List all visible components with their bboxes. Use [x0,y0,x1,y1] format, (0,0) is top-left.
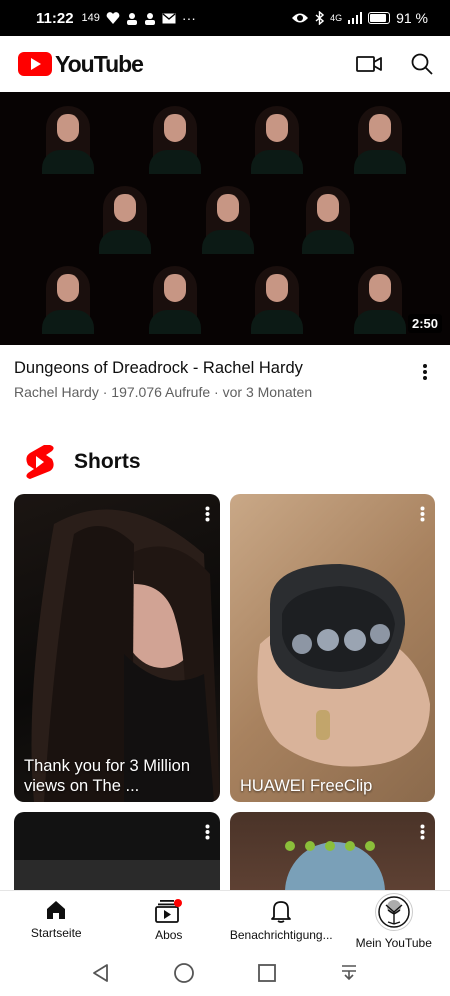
app-header: YouTube [0,36,450,92]
search-icon[interactable] [410,52,434,76]
shorts-section-header: Shorts [24,440,141,484]
thumbnail-figure [198,184,258,254]
more-vert-icon[interactable] [205,824,210,840]
youtube-play-icon [18,52,52,76]
recents-icon[interactable] [257,963,277,983]
nav-item-home[interactable]: Startseite [0,891,113,950]
signal-icon [348,12,363,24]
video-thumbnail[interactable]: 2:50 [0,92,450,345]
meta-separator: · [102,384,108,400]
youtube-logo[interactable]: YouTube [18,50,144,78]
video-views: 197.076 Aufrufe [111,384,211,400]
nav-label-my-youtube: Mein YouTube [355,936,432,950]
short-thumbnail-earbuds [257,564,430,767]
short-label: Thank you for 3 Million views on The ... [24,757,190,795]
eye-icon [292,13,309,23]
network-type: 4G [330,13,343,23]
status-bar: 11:22 149 ··· 4G 91 % [0,0,450,36]
status-small-text: 149 [81,12,100,24]
bottom-navigation: Startseite Abos Benachrichtigung... Mein… [0,890,450,950]
thumbnail-figure [247,104,307,174]
short-card[interactable]: Thank you for 3 Million views on The ... [14,494,220,802]
video-duration-badge: 2:50 [407,314,442,333]
nav-item-notifications[interactable]: Benachrichtigung... [225,891,338,950]
thumbnail-figure [350,264,410,334]
status-notification-icons: 149 ··· [82,10,196,26]
avatar [374,893,413,931]
thumbnail-figure [247,264,307,334]
nav-item-subscriptions[interactable]: Abos [113,891,226,950]
more-vert-icon[interactable] [420,824,425,840]
bell-icon [271,901,292,923]
shorts-icon [26,445,54,479]
back-icon[interactable] [91,963,111,983]
more-vert-icon[interactable] [420,506,425,522]
more-notifications-icon: ··· [181,10,196,26]
system-navigation-bar [0,950,450,996]
heart-broken-icon [106,12,120,24]
home-icon [47,901,66,919]
video-channel[interactable]: Rachel Hardy [14,384,99,400]
short-label: HUAWEI FreeClip [240,777,373,795]
thumbnail-figure [145,104,205,174]
nav-label-notifications: Benachrichtigung... [229,928,333,942]
more-vert-icon[interactable] [422,363,428,381]
user-icon [126,12,137,25]
subscriptions-icon [154,899,182,923]
home-circle-icon[interactable] [173,962,195,984]
thumbnail-figure [350,104,410,174]
tree-of-life-icon [378,896,410,928]
battery-level: 91 % [396,10,428,26]
more-vert-icon[interactable] [205,506,210,522]
video-subtitle: Rachel Hardy · 197.076 Aufrufe · vor 3 M… [14,384,436,400]
short-thumbnail-dark [14,860,220,890]
meta-separator: · [214,384,219,400]
video-age: vor 3 Monaten [222,384,313,400]
nav-item-my-youtube[interactable]: Mein YouTube [338,891,450,950]
thumbnail-figure [38,264,98,334]
bluetooth-icon [315,11,325,25]
video-meta[interactable]: Dungeons of Dreadrock - Rachel Hardy Rac… [0,345,450,420]
thumbnail-figure [95,184,155,254]
short-card[interactable]: HUAWEI FreeClip [230,494,435,802]
video-title[interactable]: Dungeons of Dreadrock - Rachel Hardy [14,359,436,378]
shorts-title: Shorts [74,450,141,473]
notification-shade-icon[interactable] [339,963,359,983]
user-group-icon [144,12,155,25]
status-system-icons: 4G 91 % [291,10,428,26]
battery-icon [368,12,391,24]
youtube-logo-text: YouTube [55,50,144,77]
mail-icon [162,13,176,23]
video-camera-icon[interactable] [356,54,382,74]
thumbnail-figure [145,264,205,334]
thumbnail-figure [38,104,98,174]
status-time: 11:22 [36,9,74,27]
thumbnail-figure [298,184,358,254]
nav-label-subscriptions: Abos [155,928,183,942]
nav-label-home: Startseite [30,926,82,940]
